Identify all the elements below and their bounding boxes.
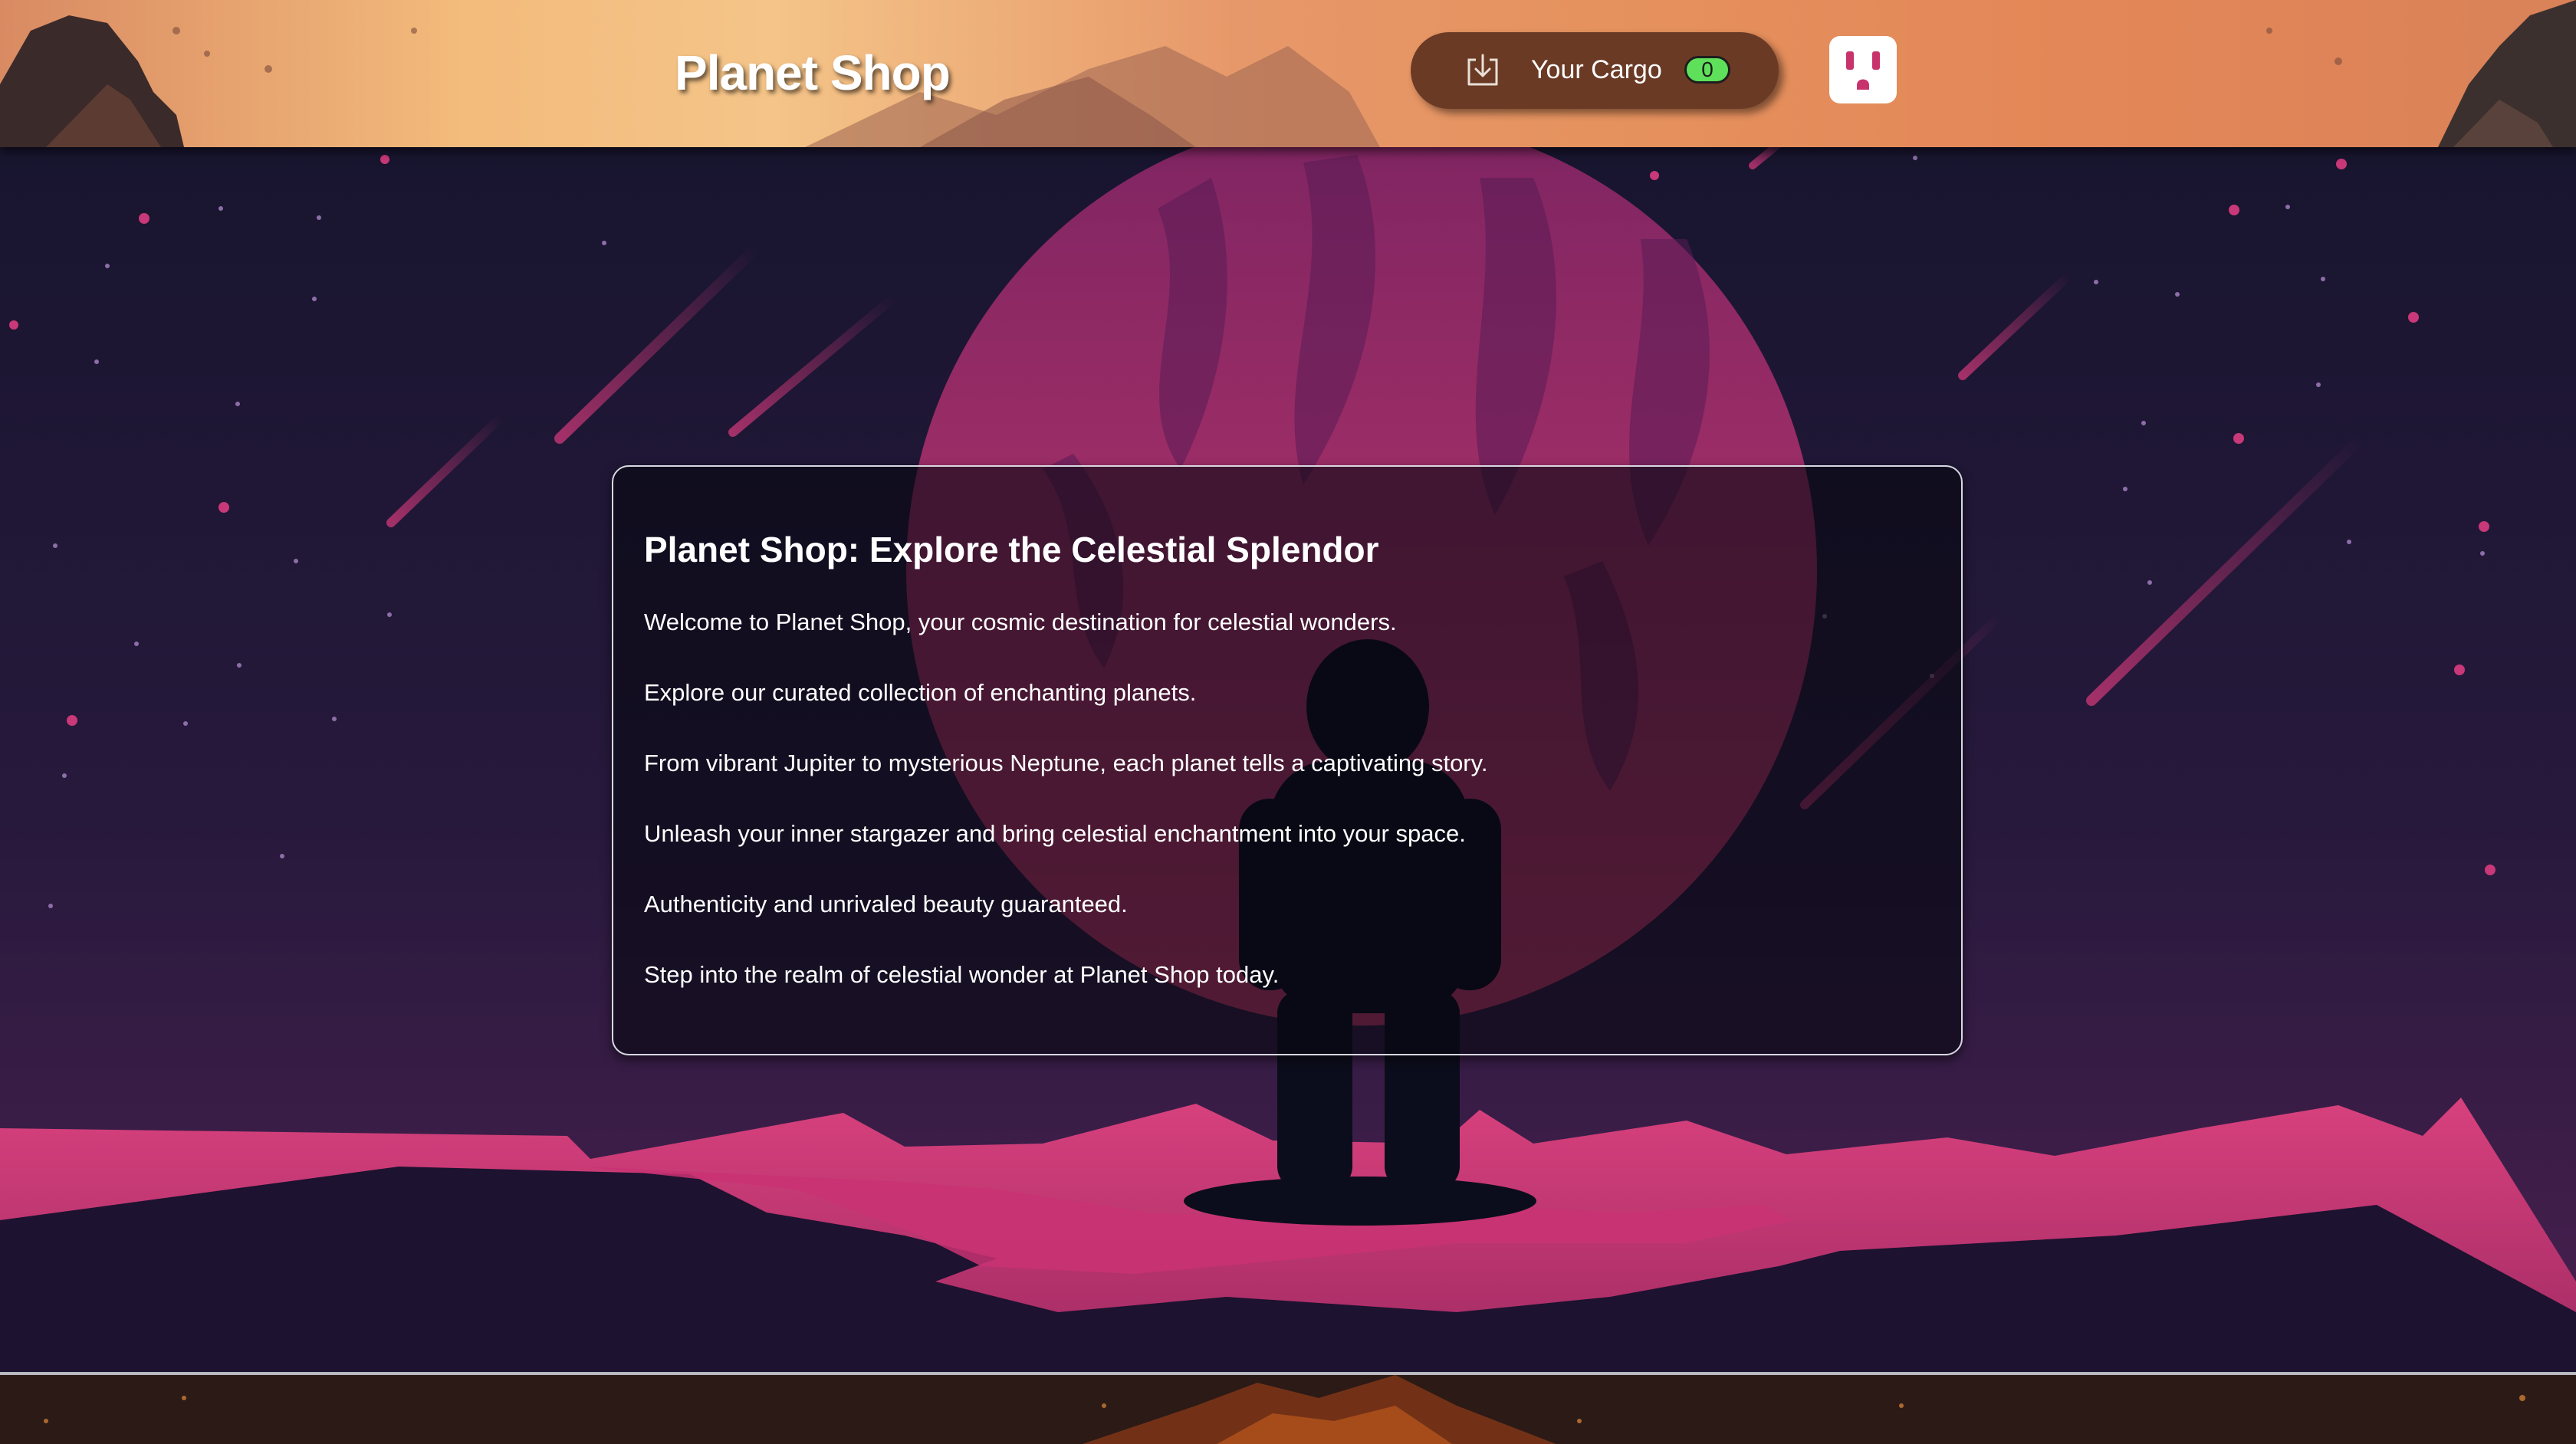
footer-bar bbox=[0, 1372, 2576, 1444]
card-paragraph: Authenticity and unrivaled beauty guaran… bbox=[644, 891, 1128, 917]
header-landscape bbox=[0, 0, 2576, 147]
planet-shop-page: Planet Shop Your Cargo 0 Planet Shop: Ex… bbox=[0, 0, 2576, 1444]
card-paragraph: Explore our curated collection of enchan… bbox=[644, 679, 1197, 706]
footer-landscape bbox=[0, 1375, 2576, 1444]
download-tray-icon bbox=[1467, 54, 1498, 86]
card-paragraph: Unleash your inner stargazer and bring c… bbox=[644, 820, 1466, 847]
cargo-button[interactable]: Your Cargo 0 bbox=[1411, 32, 1779, 109]
brand-logo[interactable]: Planet Shop bbox=[675, 44, 951, 101]
cargo-count-badge: 0 bbox=[1684, 56, 1730, 84]
profile-button[interactable] bbox=[1829, 36, 1897, 103]
socket-face-icon bbox=[1846, 51, 1880, 90]
card-title: Planet Shop: Explore the Celestial Splen… bbox=[644, 530, 1379, 569]
card-paragraph: From vibrant Jupiter to mysterious Neptu… bbox=[644, 750, 1488, 776]
intro-card: Planet Shop: Explore the Celestial Splen… bbox=[612, 465, 1963, 1055]
card-paragraph: Welcome to Planet Shop, your cosmic dest… bbox=[644, 609, 1397, 635]
top-navigation-bar: Planet Shop Your Cargo 0 bbox=[0, 0, 2576, 147]
cargo-label: Your Cargo bbox=[1531, 55, 1662, 84]
card-paragraph: Step into the realm of celestial wonder … bbox=[644, 961, 1280, 988]
